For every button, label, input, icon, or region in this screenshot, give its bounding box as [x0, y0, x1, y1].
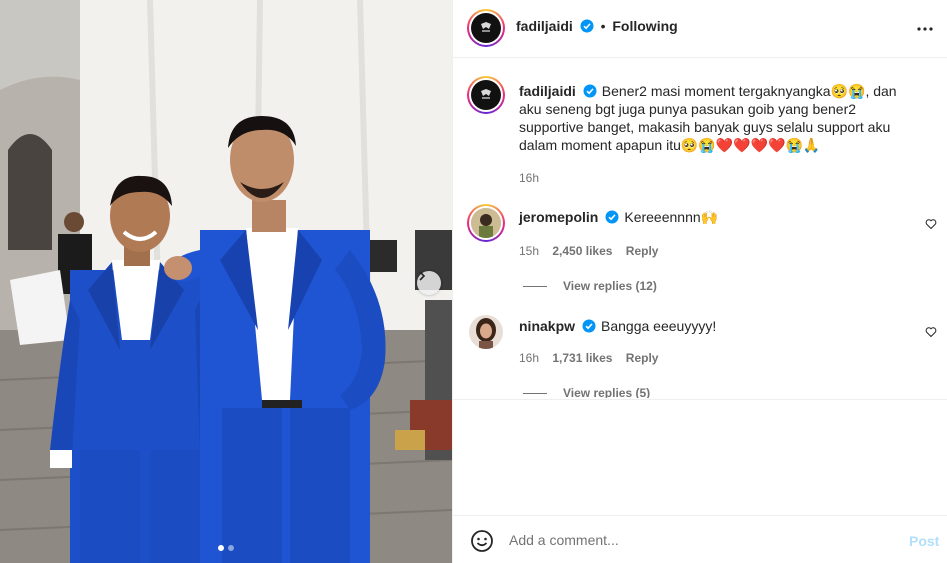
- caption: fadiljaidi Bener2 masi moment tergaknyan…: [519, 82, 919, 154]
- caption-time[interactable]: 16h: [519, 171, 539, 185]
- comment-avatar-jeromepolin[interactable]: [467, 204, 505, 242]
- view-replies-button-2[interactable]: View replies (5): [523, 386, 650, 398]
- comments-list: fadiljaidi Bener2 masi moment tergaknyan…: [453, 58, 947, 398]
- header-user-line: fadiljaidi • Following: [516, 18, 678, 34]
- avatar-photo: [469, 315, 503, 349]
- post-header: fadiljaidi • Following: [453, 0, 947, 58]
- comment-username[interactable]: ninakpw: [519, 318, 575, 334]
- verified-badge-icon: [582, 319, 596, 333]
- photo-illustration: [0, 0, 452, 563]
- add-comment-bar: Post: [453, 515, 947, 563]
- verified-badge-icon: [605, 210, 619, 224]
- post-photo: [0, 0, 452, 563]
- verified-badge-icon: [583, 84, 597, 98]
- view-replies-button-1[interactable]: View replies (12): [523, 279, 657, 293]
- comment-2-meta: 16h 1,731 likes Reply: [519, 351, 668, 365]
- post-comment-button[interactable]: Post: [909, 533, 939, 549]
- comment-likes[interactable]: 1,731 likes: [552, 351, 612, 365]
- verified-badge-icon: [580, 19, 594, 33]
- more-options-icon[interactable]: [915, 19, 935, 39]
- replies-divider-line: [523, 393, 547, 395]
- next-photo-button[interactable]: [417, 271, 441, 295]
- like-comment-heart-icon[interactable]: [925, 218, 937, 230]
- comment-username[interactable]: jeromepolin: [519, 209, 598, 225]
- comment-text: Bangga eeeuyyyy!: [601, 318, 717, 334]
- comment-2: ninakpw Bangga eeeuyyyy!: [519, 317, 909, 335]
- view-replies-label: View replies (12): [563, 279, 657, 293]
- carousel-dot-2: [228, 545, 234, 551]
- header-separator: •: [600, 18, 606, 34]
- replies-divider-line: [523, 286, 547, 288]
- emoji-picker-icon[interactable]: [470, 529, 494, 553]
- comment-text: Kereeennnn🙌: [624, 209, 719, 225]
- comment-avatar-ninakpw[interactable]: [469, 315, 503, 349]
- like-comment-heart-icon[interactable]: [925, 326, 937, 338]
- chevron-right-icon: [419, 271, 426, 281]
- comment-1: jeromepolin Kereeennnn🙌: [519, 208, 909, 226]
- avatar-logo-icon: [481, 22, 491, 32]
- avatar-logo-icon: [481, 89, 491, 99]
- avatar-photo: [471, 208, 501, 238]
- caption-avatar[interactable]: [467, 76, 505, 114]
- comment-input[interactable]: [509, 528, 889, 552]
- reply-button[interactable]: Reply: [626, 351, 659, 365]
- caption-meta: 16h: [519, 171, 549, 185]
- carousel-dot-1: [218, 545, 224, 551]
- author-avatar[interactable]: [467, 9, 505, 47]
- reply-button[interactable]: Reply: [626, 244, 659, 258]
- view-replies-label: View replies (5): [563, 386, 651, 398]
- comment-time[interactable]: 16h: [519, 351, 539, 365]
- following-button[interactable]: Following: [612, 18, 677, 34]
- comment-likes[interactable]: 2,450 likes: [552, 244, 612, 258]
- post-side-panel: fadiljaidi • Following fadiljaidi Bener2…: [452, 0, 947, 563]
- author-username[interactable]: fadiljaidi: [516, 18, 573, 34]
- carousel-indicator: [0, 545, 452, 553]
- caption-username[interactable]: fadiljaidi: [519, 83, 576, 99]
- comment-1-meta: 15h 2,450 likes Reply: [519, 244, 668, 258]
- section-divider: [453, 399, 947, 400]
- comment-time[interactable]: 15h: [519, 244, 539, 258]
